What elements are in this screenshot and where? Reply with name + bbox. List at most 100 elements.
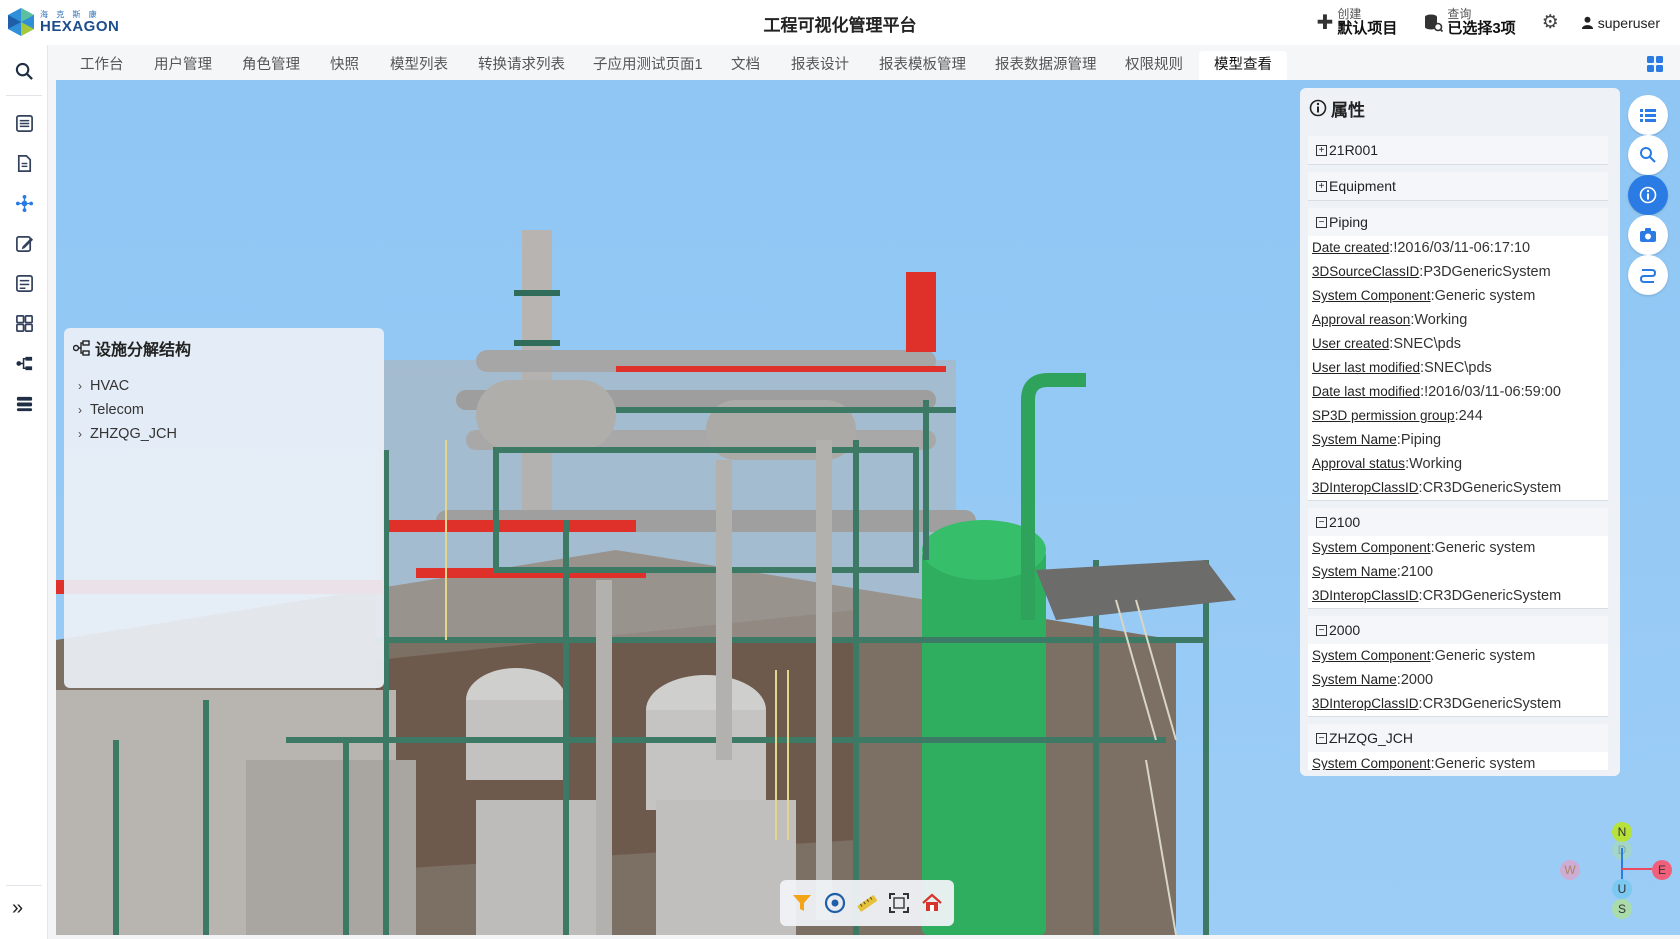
property-key[interactable]: Date last modified: [1312, 384, 1420, 399]
group-header-zhzqg-jch[interactable]: − ZHZQG_JCH: [1308, 724, 1608, 752]
expand-icon: +: [1316, 144, 1327, 156]
property-row: 3DInteropClassID:CR3DGenericSystem: [1312, 588, 1562, 604]
tab-workbench[interactable]: 工作台: [65, 51, 139, 80]
property-row: System Name:Piping: [1312, 432, 1442, 448]
compass-south[interactable]: S: [1612, 899, 1632, 919]
model-network-icon[interactable]: [10, 189, 38, 217]
tab-snapshot[interactable]: 快照: [315, 51, 374, 80]
plus-icon: ✚: [1316, 12, 1334, 34]
property-value: Working: [1409, 456, 1463, 472]
document-icon[interactable]: [10, 149, 38, 177]
ruler-icon: [857, 895, 878, 912]
compass-east[interactable]: E: [1652, 860, 1672, 880]
group-name: 2000: [1329, 622, 1361, 638]
tab-user-management[interactable]: 用户管理: [139, 51, 227, 80]
database-icon[interactable]: [10, 389, 38, 417]
camera-icon: [1640, 228, 1656, 242]
hierarchy-icon: [73, 340, 90, 356]
tab-report-template[interactable]: 报表模板管理: [864, 51, 981, 80]
property-key[interactable]: 3DInteropClassID: [1312, 480, 1419, 495]
home-icon: [922, 893, 942, 911]
property-key[interactable]: 3DSourceClassID: [1312, 264, 1419, 279]
apps-grid-icon[interactable]: [10, 309, 38, 337]
property-key[interactable]: System Component: [1312, 648, 1431, 663]
home-view-button[interactable]: [919, 890, 945, 916]
property-key[interactable]: System Component: [1312, 288, 1431, 303]
tab-role-management[interactable]: 角色管理: [227, 51, 315, 80]
properties-title: 属性: [1331, 100, 1365, 120]
settings-gear-icon[interactable]: ⚙: [1542, 11, 1559, 34]
filter-button[interactable]: [789, 890, 815, 916]
property-row: System Component:Generic system: [1312, 540, 1536, 556]
group-header-2100[interactable]: −2100: [1308, 508, 1608, 536]
property-key[interactable]: Date created: [1312, 240, 1389, 255]
view-compass[interactable]: N D W E U S: [1550, 818, 1672, 919]
tree-node-zhzqg-jch[interactable]: › ZHZQG_JCH: [78, 426, 177, 442]
compass-north[interactable]: N: [1612, 822, 1632, 842]
property-value: CR3DGenericSystem: [1422, 696, 1562, 712]
property-key[interactable]: Approval reason: [1312, 312, 1410, 327]
report-icon[interactable]: [10, 269, 38, 297]
group-header-piping[interactable]: − Piping: [1308, 208, 1608, 236]
query-button[interactable]: 查询 已选择3项: [1423, 8, 1516, 37]
info-icon: [1309, 99, 1327, 117]
snapshot-button[interactable]: [1628, 215, 1668, 255]
compass-up[interactable]: U: [1612, 879, 1632, 899]
property-key[interactable]: User last modified: [1312, 360, 1420, 375]
tree-node-hvac[interactable]: › HVAC: [78, 378, 129, 394]
property-value: 244: [1458, 408, 1483, 424]
property-row: System Name:2100: [1312, 564, 1434, 580]
property-key[interactable]: SP3D permission group: [1312, 408, 1455, 423]
property-key[interactable]: System Component: [1312, 756, 1431, 770]
route-button[interactable]: [1628, 255, 1668, 295]
group-header-2000[interactable]: −2000: [1308, 616, 1608, 644]
property-row: Date created:!2016/03/11-06:17:10: [1312, 240, 1531, 256]
group-header-21r001[interactable]: +21R001: [1308, 136, 1608, 164]
hexagon-logo[interactable]: 海 克 斯 康 HEXAGON: [6, 5, 126, 39]
view-target-button[interactable]: [822, 890, 848, 916]
tab-subapp-test[interactable]: 子应用测试页面1: [578, 51, 718, 80]
tab-model-list[interactable]: 模型列表: [375, 51, 463, 80]
search-icon[interactable]: [10, 57, 38, 85]
property-value: SNEC\pds: [1424, 360, 1492, 376]
property-key[interactable]: System Name: [1312, 432, 1397, 447]
property-value: !2016/03/11-06:59:00: [1424, 384, 1561, 400]
group-header-equipment[interactable]: + Equipment: [1308, 172, 1608, 200]
property-key[interactable]: User created: [1312, 336, 1389, 351]
property-row: System Component:Generic system: [1312, 756, 1536, 770]
property-key[interactable]: Approval status: [1312, 456, 1405, 471]
property-value: CR3DGenericSystem: [1422, 480, 1562, 496]
property-key[interactable]: System Name: [1312, 672, 1397, 687]
properties-button[interactable]: [1628, 175, 1668, 215]
property-group: −2100 System Component:Generic system Sy…: [1308, 508, 1608, 608]
fullscreen-button[interactable]: [886, 890, 912, 916]
tab-report-design[interactable]: 报表设计: [776, 51, 864, 80]
tab-bar: 工作台 用户管理 角色管理 快照 模型列表 转换请求列表 子应用测试页面1 文档…: [48, 45, 1680, 80]
list-view-button[interactable]: [1628, 95, 1668, 135]
create-project-button[interactable]: ✚ 创建 默认项目: [1317, 8, 1398, 36]
search-button[interactable]: [1628, 135, 1668, 175]
property-value: CR3DGenericSystem: [1422, 588, 1562, 604]
list-icon[interactable]: [10, 109, 38, 137]
tab-documents[interactable]: 文档: [716, 51, 775, 80]
edit-icon[interactable]: [10, 229, 38, 257]
measure-button[interactable]: [854, 890, 880, 916]
property-key[interactable]: System Component: [1312, 540, 1431, 555]
property-key[interactable]: System Name: [1312, 564, 1397, 579]
compass-west[interactable]: W: [1560, 860, 1580, 880]
query-selected: 已选择3项: [1447, 19, 1516, 37]
tab-model-viewer[interactable]: 模型查看: [1199, 51, 1287, 80]
expand-sidebar-icon[interactable]: »: [12, 897, 23, 920]
property-key[interactable]: 3DInteropClassID: [1312, 696, 1419, 711]
property-key[interactable]: 3DInteropClassID: [1312, 588, 1419, 603]
tab-report-datasource[interactable]: 报表数据源管理: [980, 51, 1112, 80]
tab-conversion-requests[interactable]: 转换请求列表: [463, 51, 580, 80]
tab-permission-rules[interactable]: 权限规则: [1110, 51, 1198, 80]
user-menu[interactable]: superuser: [1581, 15, 1660, 31]
hierarchy-icon[interactable]: [10, 349, 38, 377]
collapse-icon: −: [1316, 216, 1327, 228]
layout-grid-icon[interactable]: [1646, 55, 1664, 73]
tree-node-label: HVAC: [90, 378, 130, 394]
properties-list[interactable]: +21R001 + Equipment − Piping Date created:…: [1308, 136, 1608, 770]
tree-node-telecom[interactable]: › Telecom: [78, 402, 144, 418]
